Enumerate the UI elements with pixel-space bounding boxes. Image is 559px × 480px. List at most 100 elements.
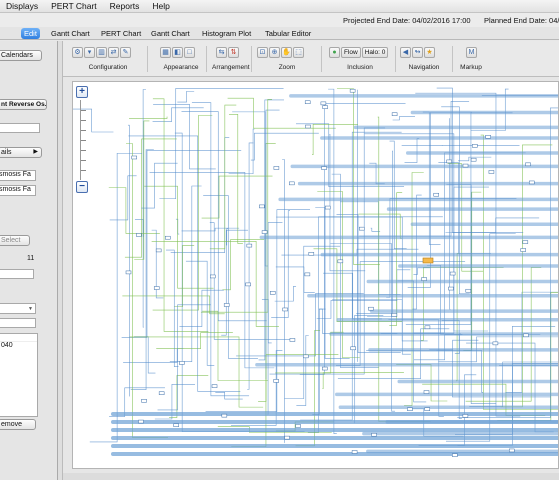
inclusion-dot-icon[interactable]: ● bbox=[329, 47, 340, 58]
task-node bbox=[391, 112, 398, 116]
colors-icon[interactable]: ◧ bbox=[172, 47, 183, 58]
pert-chart-canvas[interactable]: + − bbox=[72, 81, 559, 469]
task-node bbox=[155, 248, 162, 253]
task-node bbox=[391, 313, 398, 317]
menu-displays[interactable]: Displays bbox=[6, 1, 38, 11]
tab-tabular-editor[interactable]: Tabular Editor bbox=[262, 28, 314, 39]
arrange-vertical-icon[interactable]: ⇅ bbox=[228, 47, 239, 58]
task-node bbox=[141, 399, 147, 403]
filter-field[interactable] bbox=[0, 318, 36, 328]
grid-icon[interactable]: ▦ bbox=[160, 47, 171, 58]
list-item[interactable] bbox=[0, 334, 37, 342]
task-node bbox=[153, 286, 160, 290]
filter-dropdown[interactable]: ▼ bbox=[0, 303, 36, 314]
task-node bbox=[304, 100, 311, 104]
arrange-horizontal-icon[interactable]: ⇆ bbox=[216, 47, 227, 58]
edit-icon[interactable]: ✎ bbox=[120, 47, 131, 58]
task-field-2[interactable]: smosis Fa bbox=[0, 185, 36, 196]
task-bar bbox=[111, 412, 558, 416]
arrangement-group: ⇆ ⇅ Arrangement bbox=[212, 47, 250, 75]
inclusion-group: ● Flow Halo: 0 Inclusion bbox=[329, 47, 391, 75]
resource-list[interactable]: 040 bbox=[0, 333, 38, 417]
task-field-1[interactable]: smosis Fa bbox=[0, 170, 36, 181]
chevron-down-icon: ▼ bbox=[28, 306, 33, 312]
dependency-line bbox=[121, 149, 242, 338]
task-bar bbox=[111, 436, 558, 440]
task-node bbox=[470, 157, 477, 162]
task-node bbox=[337, 259, 344, 264]
dependency-line bbox=[250, 132, 319, 161]
project-field[interactable] bbox=[0, 123, 40, 133]
task-node bbox=[305, 124, 311, 129]
zoom-region-icon[interactable]: ⬚ bbox=[293, 47, 304, 58]
task-node bbox=[158, 391, 165, 395]
dependency-line bbox=[170, 137, 230, 253]
task-bar bbox=[338, 405, 558, 410]
halo-button[interactable]: Halo: 0 bbox=[361, 47, 389, 58]
task-node bbox=[349, 88, 356, 93]
zoom-magnify-icon[interactable]: ⊕ bbox=[269, 47, 280, 58]
dependency-line bbox=[404, 138, 420, 163]
task-node bbox=[452, 453, 458, 457]
task-node bbox=[421, 277, 427, 281]
dependency-line bbox=[275, 331, 344, 374]
task-node bbox=[449, 271, 456, 276]
box-style-icon[interactable]: □ bbox=[184, 47, 195, 58]
dependency-line bbox=[89, 152, 143, 443]
tab-edit[interactable]: Edit bbox=[21, 28, 40, 39]
zoom-slider[interactable] bbox=[80, 100, 86, 180]
details-label: ails bbox=[1, 149, 12, 156]
layout-icon[interactable]: ▥ bbox=[96, 47, 107, 58]
dropdown-arrow-icon[interactable]: ▾ bbox=[84, 47, 95, 58]
link-icon[interactable]: ⇄ bbox=[108, 47, 119, 58]
task-node bbox=[424, 407, 431, 411]
pan-hand-icon[interactable]: ✋ bbox=[281, 47, 292, 58]
dependency-line bbox=[300, 131, 402, 421]
menu-pert-chart[interactable]: PERT Chart bbox=[51, 1, 97, 11]
dependency-line bbox=[356, 150, 393, 314]
task-node bbox=[136, 233, 142, 237]
task-node bbox=[282, 307, 288, 312]
dependency-line bbox=[191, 102, 250, 397]
navigate-path-icon[interactable]: ↬ bbox=[412, 47, 423, 58]
star-icon[interactable]: ★ bbox=[424, 47, 435, 58]
dependency-line bbox=[177, 90, 195, 103]
menu-reports[interactable]: Reports bbox=[110, 1, 140, 11]
menu-help[interactable]: Help bbox=[152, 1, 169, 11]
flow-button[interactable]: Flow bbox=[341, 47, 361, 58]
zoom-fit-icon[interactable]: ⊡ bbox=[257, 47, 268, 58]
navigate-back-icon[interactable]: ◀ bbox=[400, 47, 411, 58]
tab-gantt-chart-2[interactable]: Gantt Chart bbox=[148, 28, 193, 39]
dependency-line bbox=[152, 98, 209, 332]
task-node bbox=[221, 413, 228, 418]
dependency-line bbox=[329, 134, 366, 272]
dependency-line bbox=[152, 107, 204, 122]
tab-gantt-chart[interactable]: Gantt Chart bbox=[48, 28, 93, 39]
dependency-line bbox=[271, 210, 290, 318]
settings-icon[interactable]: ⚙ bbox=[72, 47, 83, 58]
calendars-button[interactable]: Calendars bbox=[0, 50, 42, 61]
zoom-out-button[interactable]: − bbox=[76, 181, 88, 193]
count-field[interactable] bbox=[0, 269, 34, 279]
remove-button[interactable]: emove bbox=[0, 419, 36, 430]
project-name-button[interactable]: nt Reverse Os... bbox=[0, 99, 47, 110]
markup-icon[interactable]: M bbox=[466, 47, 477, 58]
task-bar bbox=[111, 420, 558, 424]
select-button[interactable]: Select bbox=[0, 235, 30, 246]
task-node bbox=[246, 243, 253, 248]
tab-histogram-plot[interactable]: Histogram Plot bbox=[199, 28, 254, 39]
dependency-line bbox=[413, 267, 431, 275]
task-node bbox=[261, 230, 268, 234]
zoom-in-button[interactable]: + bbox=[76, 86, 88, 98]
dependency-line bbox=[358, 213, 402, 239]
task-bar bbox=[353, 125, 558, 130]
dependency-line bbox=[129, 336, 264, 408]
dependency-line bbox=[169, 375, 209, 418]
list-item[interactable]: 040 bbox=[0, 342, 37, 350]
tab-pert-chart[interactable]: PERT Chart bbox=[98, 28, 144, 39]
task-node bbox=[284, 435, 290, 440]
task-node bbox=[371, 432, 377, 437]
dependency-line bbox=[284, 245, 340, 399]
pert-network-diagram[interactable] bbox=[73, 82, 559, 469]
details-button[interactable]: ails ▶ bbox=[0, 147, 42, 158]
